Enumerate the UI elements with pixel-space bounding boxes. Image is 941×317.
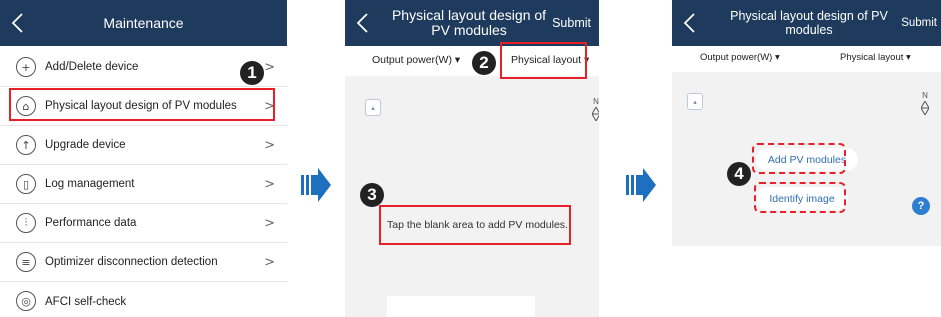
north-compass-icon: N	[919, 91, 931, 118]
back-arrow-icon[interactable]	[8, 11, 28, 35]
step-2-badge: 2	[472, 51, 496, 75]
afci-icon: ◎	[16, 291, 36, 311]
flow-arrow-icon	[301, 168, 331, 202]
north-compass-icon: N	[590, 97, 599, 124]
menu-item-label: AFCI self-check	[45, 295, 127, 308]
optimizer-detect-icon: ≡	[16, 252, 36, 272]
maintenance-screen: Maintenance + Add/Delete device > ⌂ Phys…	[0, 0, 287, 317]
output-power-dropdown[interactable]: Output power(W) ▾	[372, 54, 460, 66]
step-4-badge: 4	[727, 162, 751, 186]
flow-arrow-icon	[626, 168, 656, 202]
physical-layout-dropdown[interactable]: Physical layout ▾	[840, 52, 911, 63]
menu-item-label: Optimizer disconnection detection	[45, 256, 218, 268]
menu-item-label: Add/Delete device	[45, 61, 139, 73]
highlight-box-physical-layout-dropdown	[500, 42, 587, 79]
menu-item-log-management[interactable]: ▯ Log management >	[0, 165, 287, 204]
navbar: Maintenance	[0, 0, 287, 46]
navbar: Physical layout design of PV modules Sub…	[345, 0, 599, 46]
physical-layout-screen-empty: Physical layout design of PV modules Sub…	[345, 0, 599, 317]
north-label: N	[593, 97, 599, 106]
performance-icon: ⫶	[16, 213, 36, 233]
submit-button[interactable]: Submit	[552, 0, 591, 46]
north-label: N	[922, 91, 928, 100]
highlight-box-identify	[754, 182, 846, 213]
submit-button[interactable]: Submit	[901, 0, 937, 46]
page-title: Physical layout design of PV modules	[391, 7, 547, 38]
page-title: Physical layout design of PV modules	[730, 9, 888, 37]
compass-needle-icon	[920, 99, 930, 117]
filter-row: Output power(W) ▾ Physical layout ▾	[672, 46, 941, 72]
navbar: Physical layout design of PV modules Sub…	[672, 0, 941, 46]
step-3-badge: 3	[360, 183, 384, 207]
menu-item-label: Performance data	[45, 217, 137, 229]
bottom-panel	[387, 296, 535, 317]
chevron-right-icon: >	[264, 176, 275, 192]
zoom-toggle-icon[interactable]: ▴	[687, 93, 703, 110]
back-arrow-icon[interactable]	[353, 11, 373, 35]
log-icon: ▯	[16, 174, 36, 194]
output-power-dropdown[interactable]: Output power(W) ▾	[700, 52, 780, 63]
canvas-hint-text: Tap the blank area to add PV modules.	[387, 219, 568, 231]
menu-item-upgrade-device[interactable]: ↑ Upgrade device >	[0, 126, 287, 165]
page-title: Maintenance	[103, 14, 184, 31]
step-1-badge: 1	[240, 61, 264, 85]
plus-circle-icon: +	[16, 57, 36, 77]
zoom-toggle-icon[interactable]: ▴	[365, 99, 381, 116]
menu-item-performance-data[interactable]: ⫶ Performance data >	[0, 204, 287, 243]
chevron-right-icon: >	[264, 215, 275, 231]
chevron-right-icon: >	[264, 254, 275, 270]
menu-item-afci-self-check[interactable]: ◎ AFCI self-check	[0, 282, 287, 317]
chevron-right-icon: >	[264, 137, 275, 153]
highlight-box-physical-layout	[9, 88, 275, 121]
upgrade-arrow-icon: ↑	[16, 135, 36, 155]
highlight-box-add-pv	[752, 143, 846, 174]
physical-layout-screen-options: Physical layout design of PV modules Sub…	[672, 0, 941, 246]
menu-item-label: Upgrade device	[45, 139, 126, 151]
compass-needle-icon	[591, 105, 599, 123]
chevron-right-icon: >	[264, 59, 275, 75]
menu-item-label: Log management	[45, 178, 135, 190]
help-icon[interactable]: ?	[912, 197, 930, 215]
menu-item-optimizer-disconnection[interactable]: ≡ Optimizer disconnection detection >	[0, 243, 287, 282]
back-arrow-icon[interactable]	[680, 11, 700, 35]
